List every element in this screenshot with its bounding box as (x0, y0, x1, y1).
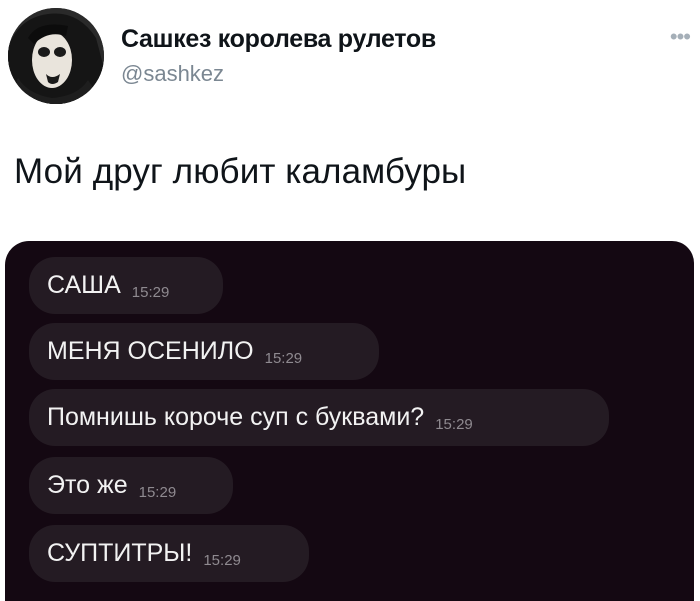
message-time: 15:29 (264, 350, 303, 367)
message-text: Помнишь короче суп с буквами? (47, 403, 425, 431)
author-handle[interactable]: @sashkez (121, 61, 224, 87)
avatar-image (8, 8, 104, 104)
chat-message: САША 15:29 (29, 257, 223, 314)
message-time: 15:29 (435, 416, 473, 433)
chat-message: Это же 15:29 (29, 457, 233, 514)
message-time: 15:29 (131, 284, 170, 301)
message-text: СУПТИТРЫ! (47, 539, 193, 567)
author-name[interactable]: Сашкез королева рулетов (121, 25, 436, 54)
avatar[interactable] (8, 8, 104, 104)
message-text: Это же (47, 471, 128, 499)
more-dots-icon[interactable]: ••• (670, 26, 691, 48)
chat-message: Помнишь короче суп с буквами? 15:29 (29, 389, 609, 446)
chat-message: СУПТИТРЫ! 15:29 (29, 525, 309, 582)
message-text: МЕНЯ ОСЕНИЛО (47, 337, 254, 365)
message-time: 15:29 (203, 552, 241, 569)
message-text: САША (47, 271, 121, 299)
chat-message: МЕНЯ ОСЕНИЛО 15:29 (29, 323, 379, 380)
chat-screenshot: САША 15:29 МЕНЯ ОСЕНИЛО 15:29 Помнишь ко… (5, 241, 694, 601)
message-time: 15:29 (138, 484, 177, 501)
tweet-text: Мой друг любит каламбуры (14, 152, 467, 191)
